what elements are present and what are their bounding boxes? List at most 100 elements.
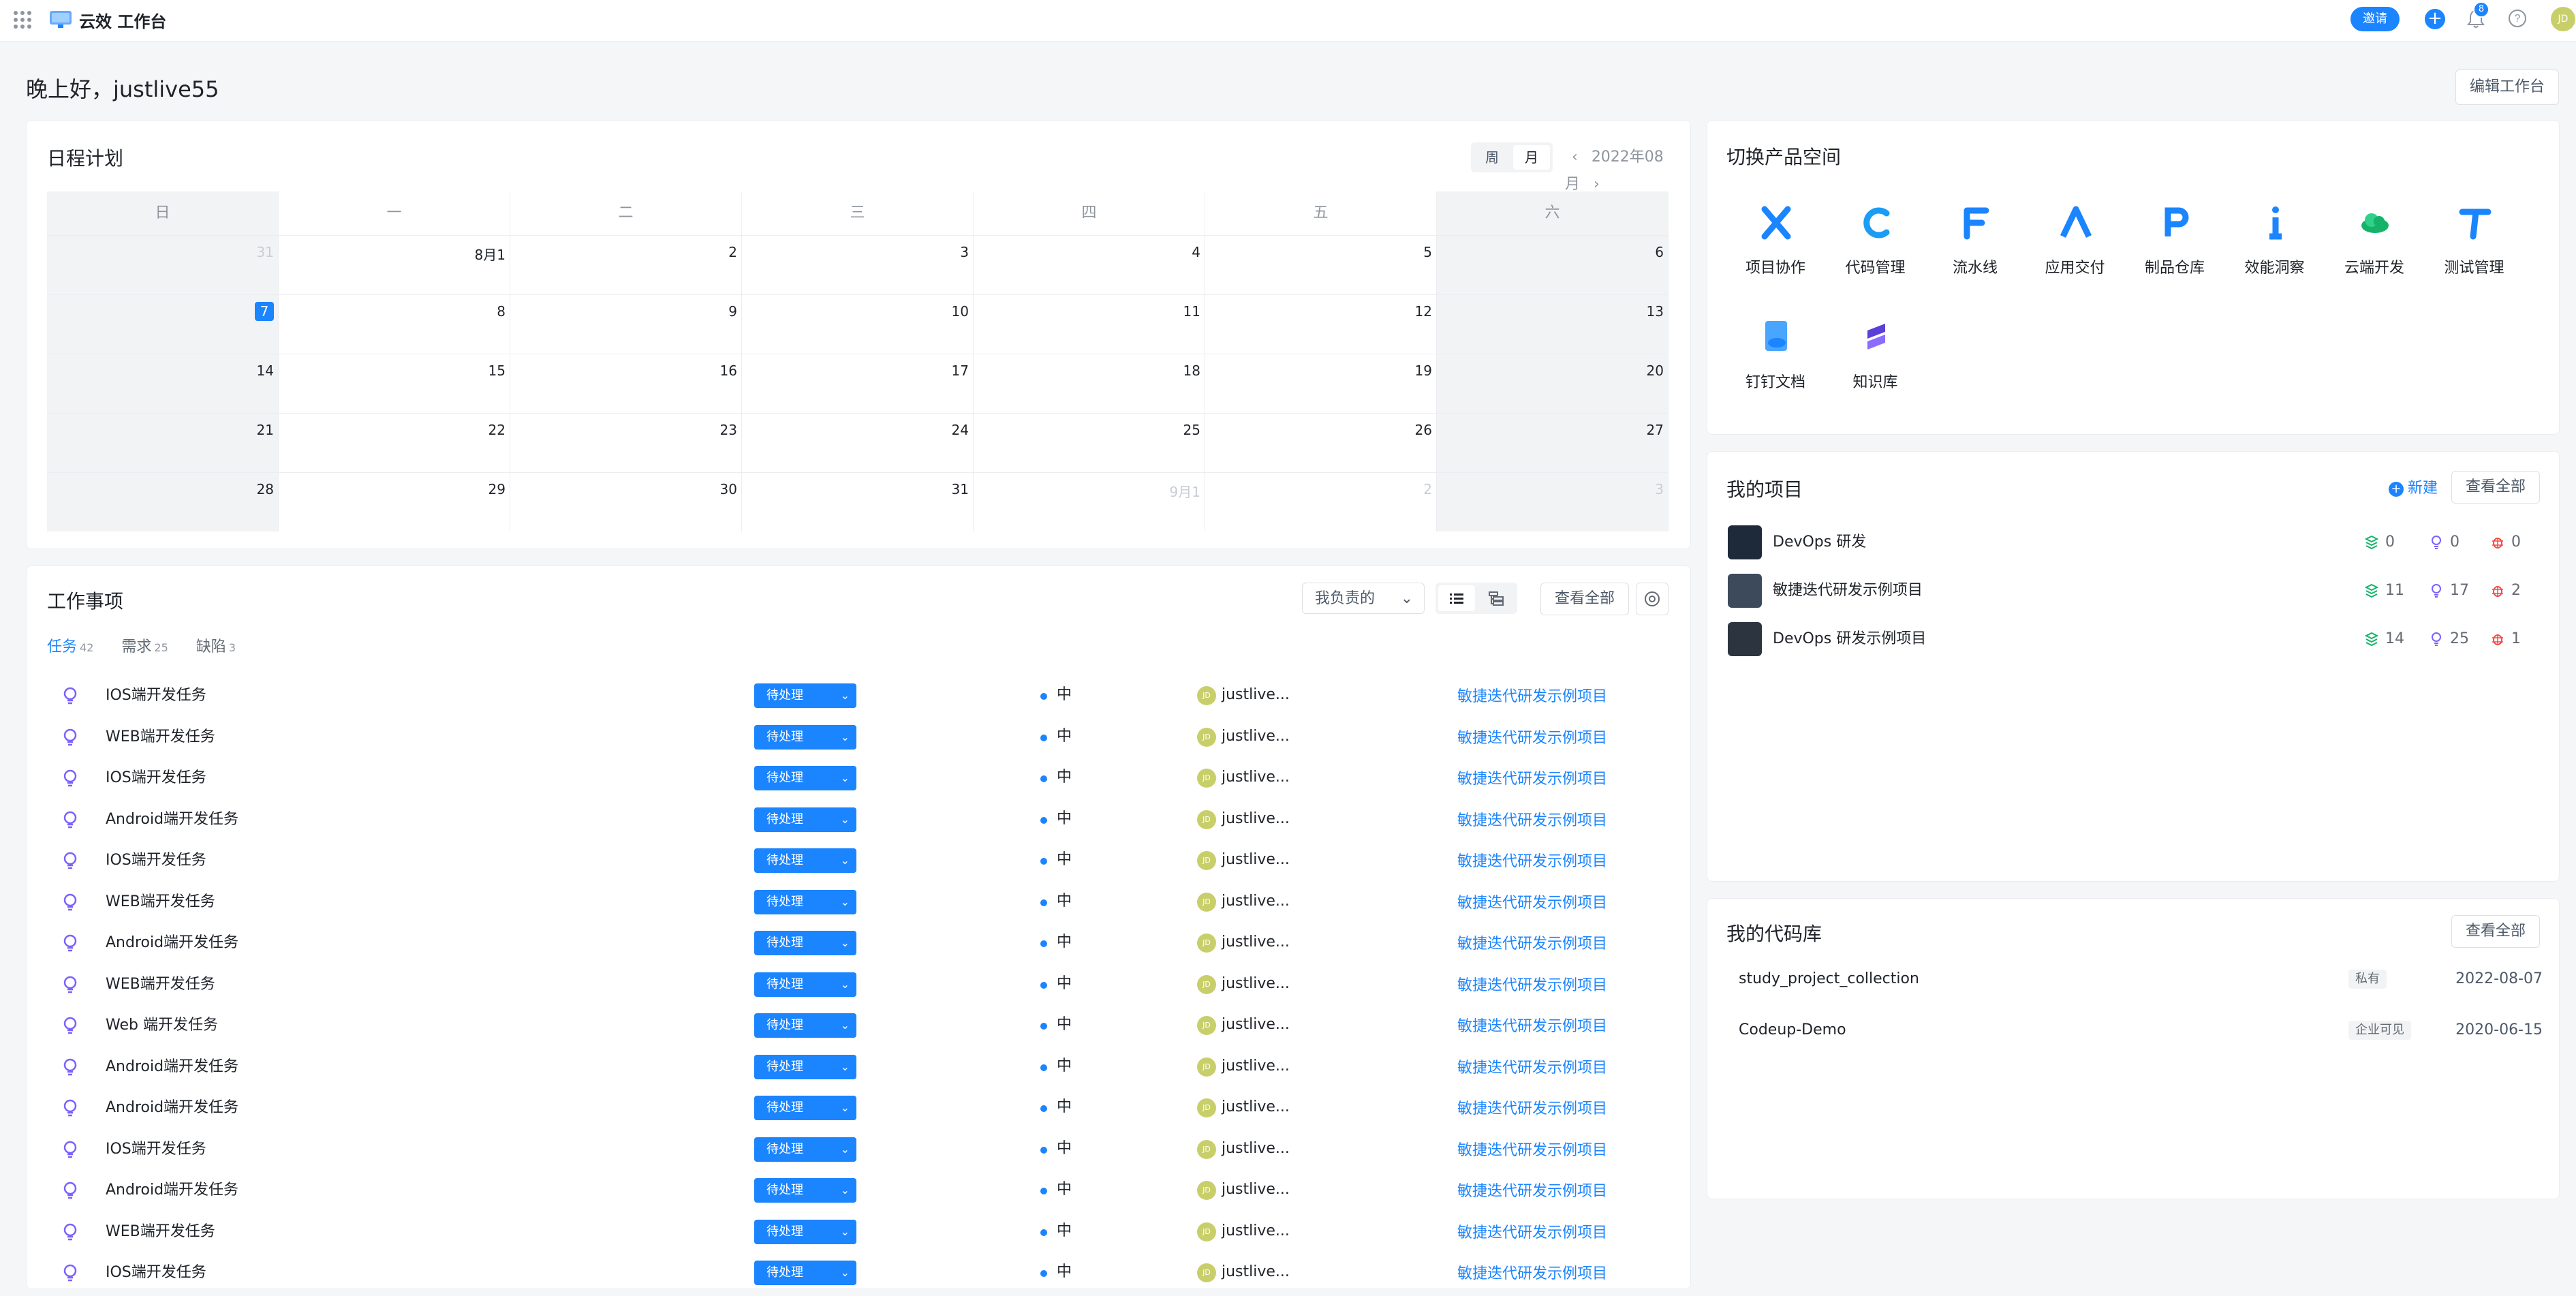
help-icon[interactable]: ? — [2507, 8, 2528, 29]
product-knowledge-base[interactable]: 知识库 — [1835, 318, 1917, 414]
work-item-row[interactable]: WEB端开发任务 待处理 ⌄ 中 JD justlive... 敏捷迭代研发示例项目 — [47, 1212, 1669, 1252]
edit-workspace-button[interactable]: 编辑工作台 — [2455, 70, 2559, 105]
work-item-title[interactable]: WEB端开发任务 — [106, 717, 215, 758]
calendar-day-cell[interactable]: 12 — [1205, 295, 1437, 354]
calendar-day-cell[interactable]: 9月1 — [974, 473, 1205, 531]
calendar-day-cell[interactable]: 16 — [510, 354, 742, 413]
work-item-row[interactable]: IOS端开发任务 待处理 ⌄ 中 JD justlive... 敏捷迭代研发示例项目 — [47, 840, 1669, 881]
project-row[interactable]: 敏捷迭代研发示例项目 11 17 2 — [1728, 567, 2545, 615]
product-cloud-dev[interactable]: 云端开发 — [2333, 204, 2415, 299]
calendar-day-cell[interactable]: 14 — [47, 354, 279, 413]
calendar-day-cell[interactable]: 3 — [742, 236, 974, 294]
status-dropdown[interactable]: 待处理 ⌄ — [754, 1013, 856, 1038]
apps-grid-icon[interactable] — [14, 11, 31, 29]
project-link[interactable]: 敏捷迭代研发示例项目 — [1457, 1212, 1607, 1255]
calendar-day-cell[interactable]: 8 — [279, 295, 510, 354]
prev-month-icon[interactable]: ‹ — [1572, 149, 1578, 166]
product-project-collab[interactable]: 项目协作 — [1735, 204, 1816, 299]
work-view-all-button[interactable]: 查看全部 — [1540, 583, 1629, 615]
project-link[interactable]: 敏捷迭代研发示例项目 — [1457, 717, 1607, 760]
repo-name[interactable]: study_project_collection — [1739, 959, 1919, 1000]
work-item-title[interactable]: IOS端开发任务 — [106, 758, 206, 799]
repo-row[interactable]: study_project_collection 私有 2022-08-07 — [1739, 959, 2543, 1000]
project-link[interactable]: 敏捷迭代研发示例项目 — [1457, 675, 1607, 719]
calendar-day-cell[interactable]: 26 — [1205, 414, 1437, 472]
calendar-day-cell[interactable]: 10 — [742, 295, 974, 354]
tab-tasks[interactable]: 任务 42 — [47, 638, 93, 655]
calendar-day-cell[interactable]: 13 — [1437, 295, 1669, 354]
calendar-view-month[interactable]: 月 — [1513, 145, 1550, 170]
calendar-day-cell[interactable]: 31 — [47, 236, 279, 294]
status-dropdown[interactable]: 待处理 ⌄ — [754, 724, 856, 750]
calendar-view-week[interactable]: 周 — [1474, 145, 1510, 170]
calendar-day-cell[interactable]: 3 — [1437, 473, 1669, 531]
calendar-day-cell[interactable]: 22 — [279, 414, 510, 472]
work-item-row[interactable]: WEB端开发任务 待处理 ⌄ 中 JD justlive... 敏捷迭代研发示例项目 — [47, 717, 1669, 758]
product-pipeline[interactable]: 流水线 — [1934, 204, 2016, 299]
work-item-title[interactable]: Android端开发任务 — [106, 1170, 238, 1211]
product-code-mgmt[interactable]: 代码管理 — [1835, 204, 1917, 299]
new-project-button[interactable]: + 新建 — [2389, 474, 2438, 504]
work-item-row[interactable]: Android端开发任务 待处理 ⌄ 中 JD justlive... 敏捷迭代研发示例项目 — [47, 1087, 1669, 1128]
calendar-day-cell[interactable]: 31 — [742, 473, 974, 531]
product-artifact-repo[interactable]: 制品仓库 — [2134, 204, 2216, 299]
work-item-row[interactable]: Android端开发任务 待处理 ⌄ 中 JD justlive... 敏捷迭代研发示例项目 — [47, 923, 1669, 963]
project-name[interactable]: DevOps 研发示例项目 — [1773, 615, 1926, 663]
work-item-title[interactable]: IOS端开发任务 — [106, 1252, 206, 1293]
calendar-day-cell[interactable]: 24 — [742, 414, 974, 472]
list-view-icon[interactable] — [1438, 585, 1475, 611]
projects-view-all-button[interactable]: 查看全部 — [2451, 471, 2540, 504]
calendar-day-cell[interactable]: 30 — [510, 473, 742, 531]
work-item-row[interactable]: Web 端开发任务 待处理 ⌄ 中 JD justlive... 敏捷迭代研发示例项目 — [47, 1005, 1669, 1046]
status-dropdown[interactable]: 待处理 ⌄ — [754, 807, 856, 832]
status-dropdown[interactable]: 待处理 ⌄ — [754, 683, 856, 708]
work-item-row[interactable]: IOS端开发任务 待处理 ⌄ 中 JD justlive... 敏捷迭代研发示例项目 — [47, 1252, 1669, 1293]
repos-view-all-button[interactable]: 查看全部 — [2451, 915, 2540, 948]
user-avatar[interactable]: JD — [2551, 7, 2575, 31]
project-link[interactable]: 敏捷迭代研发示例项目 — [1457, 1087, 1607, 1131]
project-link[interactable]: 敏捷迭代研发示例项目 — [1457, 799, 1607, 843]
status-dropdown[interactable]: 待处理 ⌄ — [754, 848, 856, 873]
calendar-day-cell[interactable]: 5 — [1205, 236, 1437, 294]
calendar-day-cell[interactable]: 6 — [1437, 236, 1669, 294]
project-link[interactable]: 敏捷迭代研发示例项目 — [1457, 964, 1607, 1008]
project-link[interactable]: 敏捷迭代研发示例项目 — [1457, 923, 1607, 966]
calendar-day-cell[interactable]: 19 — [1205, 354, 1437, 413]
product-insight[interactable]: 效能洞察 — [2234, 204, 2316, 299]
calendar-day-cell[interactable]: 4 — [974, 236, 1205, 294]
project-name[interactable]: 敏捷迭代研发示例项目 — [1773, 567, 1923, 615]
assignee-filter-select[interactable]: 我负责的 ⌄ — [1302, 583, 1425, 614]
calendar-day-cell[interactable]: 7 — [47, 295, 279, 354]
calendar-day-cell[interactable]: 9 — [510, 295, 742, 354]
project-row[interactable]: DevOps 研发示例项目 14 25 1 — [1728, 615, 2545, 663]
project-link[interactable]: 敏捷迭代研发示例项目 — [1457, 882, 1607, 925]
status-dropdown[interactable]: 待处理 ⌄ — [754, 766, 856, 790]
work-item-title[interactable]: IOS端开发任务 — [106, 675, 206, 716]
status-dropdown[interactable]: 待处理 ⌄ — [754, 1178, 856, 1203]
work-item-title[interactable]: Android端开发任务 — [106, 1047, 238, 1087]
tab-requirements[interactable]: 需求 25 — [121, 638, 168, 655]
product-dingtalk-doc[interactable]: 钉钉文档 — [1735, 318, 1816, 414]
work-item-row[interactable]: Android端开发任务 待处理 ⌄ 中 JD justlive... 敏捷迭代研发示例项目 — [47, 1170, 1669, 1211]
create-plus-icon[interactable]: + — [2425, 9, 2445, 29]
workbench-logo-icon[interactable] — [49, 9, 72, 29]
product-app-delivery[interactable]: 应用交付 — [2034, 204, 2116, 299]
status-dropdown[interactable]: 待处理 ⌄ — [754, 889, 856, 914]
work-item-title[interactable]: WEB端开发任务 — [106, 964, 215, 1005]
work-item-title[interactable]: WEB端开发任务 — [106, 1212, 215, 1252]
tab-bugs[interactable]: 缺陷 3 — [196, 638, 236, 655]
work-item-title[interactable]: WEB端开发任务 — [106, 882, 215, 923]
project-link[interactable]: 敏捷迭代研发示例项目 — [1457, 840, 1607, 884]
work-item-row[interactable]: Android端开发任务 待处理 ⌄ 中 JD justlive... 敏捷迭代研发示例项目 — [47, 799, 1669, 840]
status-dropdown[interactable]: 待处理 ⌄ — [754, 972, 856, 997]
project-link[interactable]: 敏捷迭代研发示例项目 — [1457, 1170, 1607, 1214]
calendar-day-cell[interactable]: 2 — [1205, 473, 1437, 531]
project-link[interactable]: 敏捷迭代研发示例项目 — [1457, 1129, 1607, 1173]
work-item-title[interactable]: Android端开发任务 — [106, 799, 238, 840]
repo-name[interactable]: Codeup-Demo — [1739, 1010, 1846, 1051]
calendar-day-cell[interactable]: 8月1 — [279, 236, 510, 294]
status-dropdown[interactable]: 待处理 ⌄ — [754, 1137, 856, 1162]
calendar-day-cell[interactable]: 11 — [974, 295, 1205, 354]
work-item-title[interactable]: Android端开发任务 — [106, 1087, 238, 1128]
repo-row[interactable]: Codeup-Demo 企业可见 2020-06-15 — [1739, 1010, 2543, 1051]
